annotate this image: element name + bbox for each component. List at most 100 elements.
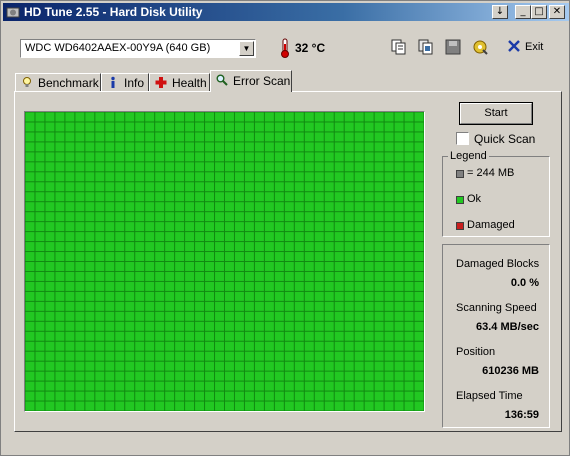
scan-block	[334, 122, 344, 132]
start-button[interactable]: Start	[459, 102, 533, 125]
help-button[interactable]: ↓	[492, 5, 508, 19]
scan-block	[334, 132, 344, 142]
scan-block	[304, 122, 314, 132]
scan-block	[175, 341, 185, 351]
scan-block	[404, 391, 414, 401]
scan-block	[55, 301, 65, 311]
scan-block	[374, 222, 384, 232]
scan-block	[294, 311, 304, 321]
scan-block	[324, 301, 334, 311]
scan-block	[125, 371, 135, 381]
scan-block	[85, 351, 95, 361]
maximize-button[interactable]: □	[531, 5, 547, 19]
scan-block	[45, 361, 55, 371]
scan-block	[195, 172, 205, 182]
drive-select[interactable]: WDC WD6402AAEX-00Y9A (640 GB) ▼	[20, 39, 256, 58]
scan-block	[304, 212, 314, 222]
scan-block	[225, 321, 234, 331]
scan-block	[135, 152, 145, 162]
save-icon[interactable]	[444, 38, 462, 56]
scan-block	[244, 301, 254, 311]
scan-block	[85, 142, 95, 152]
tab-benchmark[interactable]: Benchmark	[15, 73, 101, 91]
scan-block	[215, 271, 224, 281]
scan-block	[254, 321, 264, 331]
scan-block	[45, 381, 55, 391]
copy-screenshot-icon[interactable]	[417, 38, 435, 56]
scan-block	[384, 351, 394, 361]
scan-block	[125, 401, 135, 411]
tab-info[interactable]: Info	[101, 73, 149, 91]
scan-block	[135, 182, 145, 192]
scan-block	[75, 122, 85, 132]
scan-block	[175, 301, 185, 311]
scan-block	[155, 331, 165, 341]
scan-block	[234, 361, 244, 371]
scan-block	[344, 262, 354, 271]
scan-block	[225, 152, 234, 162]
scan-block	[205, 351, 215, 361]
scan-block	[95, 351, 105, 361]
scan-block	[145, 232, 155, 242]
scan-block	[234, 192, 244, 202]
title-bar[interactable]: HD Tune 2.55 - Hard Disk Utility ↓ _ □ ✕	[3, 3, 569, 21]
scan-block	[404, 182, 414, 192]
scan-block	[354, 252, 364, 261]
scan-block	[414, 142, 424, 152]
close-button[interactable]: ✕	[549, 5, 565, 19]
scan-block	[185, 351, 195, 361]
scan-block	[234, 401, 244, 411]
scan-block	[55, 262, 65, 271]
scan-block	[344, 341, 354, 351]
scan-block	[225, 132, 234, 142]
options-icon[interactable]	[471, 38, 489, 56]
scan-block	[145, 252, 155, 261]
scan-block	[244, 381, 254, 391]
scan-block	[264, 232, 274, 242]
scan-block	[125, 341, 135, 351]
scan-block	[364, 252, 374, 261]
scan-block	[314, 252, 324, 261]
scan-block	[225, 331, 234, 341]
scan-block	[284, 361, 294, 371]
scan-block	[314, 291, 324, 301]
scan-block	[394, 262, 404, 271]
scan-block	[304, 321, 314, 331]
scan-block	[284, 242, 294, 252]
scan-block	[185, 142, 195, 152]
scan-block	[324, 331, 334, 341]
scan-block	[75, 321, 85, 331]
scan-block	[324, 341, 334, 351]
scan-block	[244, 351, 254, 361]
scan-block	[85, 331, 95, 341]
scan-block	[205, 222, 215, 232]
quick-scan-checkbox[interactable]	[456, 132, 469, 145]
chevron-down-icon[interactable]: ▼	[239, 41, 254, 56]
thermometer-icon	[281, 38, 289, 58]
scan-block	[304, 331, 314, 341]
scan-block	[374, 381, 384, 391]
scan-block	[244, 232, 254, 242]
scan-block	[195, 162, 205, 172]
scan-block	[264, 381, 274, 391]
scan-block	[125, 182, 135, 192]
scan-block	[125, 252, 135, 261]
scan-block	[175, 242, 185, 252]
scan-block	[404, 301, 414, 311]
tab-health[interactable]: Health	[149, 73, 210, 91]
scan-block	[324, 281, 334, 291]
scan-block	[404, 212, 414, 222]
scan-block	[394, 242, 404, 252]
copy-text-icon[interactable]	[390, 38, 408, 56]
scan-block	[304, 132, 314, 142]
scan-block	[324, 112, 334, 122]
scan-block	[374, 212, 384, 222]
scan-block	[115, 301, 125, 311]
scan-block	[414, 192, 424, 202]
scan-block	[284, 212, 294, 222]
tab-error-scan[interactable]: Error Scan	[210, 70, 292, 92]
scan-block	[254, 381, 264, 391]
scan-block	[105, 311, 115, 321]
scan-block	[135, 202, 145, 212]
minimize-button[interactable]: _	[515, 5, 531, 19]
